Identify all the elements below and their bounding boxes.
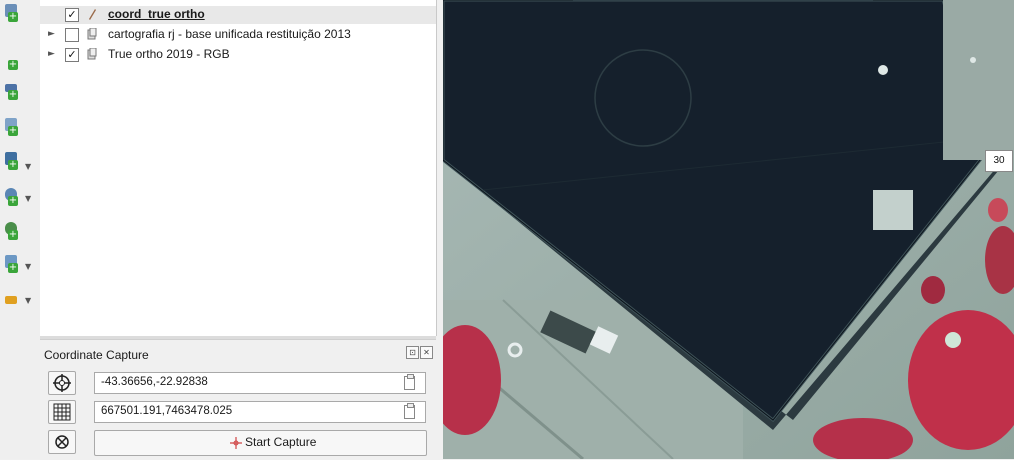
raster-layer-icon (87, 48, 97, 60)
layer-row[interactable]: ✓ coord_true ortho (40, 6, 436, 24)
add-raster-layer-icon[interactable]: + (4, 52, 20, 70)
track-mouse-button[interactable] (48, 430, 76, 454)
new-layer-icon[interactable] (4, 288, 20, 306)
copy-icon[interactable] (404, 403, 415, 419)
add-delimited-text-layer-icon[interactable]: + (4, 118, 20, 136)
projected-crs-button[interactable] (48, 400, 76, 424)
add-mesh-layer-icon[interactable]: + (4, 82, 20, 100)
add-postgis-layer-icon[interactable]: + (4, 188, 20, 206)
geographic-coordinate-field[interactable]: -43.36656,-22.92838 (94, 372, 426, 394)
mouse-tracking-icon (55, 435, 69, 449)
layer-visibility-checkbox[interactable] (65, 28, 79, 42)
start-capture-button[interactable]: Start Capture (94, 430, 427, 456)
layer-name: coord_true ortho (108, 7, 205, 21)
panel-title: Coordinate Capture (44, 348, 149, 362)
expand-arrow-icon[interactable]: ► (48, 49, 55, 59)
layer-row[interactable]: ► cartografia rj - base unificada restit… (40, 26, 436, 44)
chevron-down-icon[interactable]: ▼ (25, 296, 31, 305)
aerial-imagery (443, 0, 1014, 459)
capture-crosshair-icon (230, 437, 242, 449)
crs-selector-button[interactable] (48, 371, 76, 395)
projected-coordinate-field[interactable]: 667501.191,7463478.025 (94, 401, 426, 423)
copy-icon[interactable] (404, 374, 415, 390)
layers-panel: ✓ coord_true ortho ► cartografia rj - ba… (40, 0, 437, 336)
crosshair-target-icon (53, 374, 71, 392)
add-wfs-layer-icon[interactable]: + (4, 255, 20, 273)
map-canvas[interactable] (443, 0, 1014, 459)
add-wms-layer-icon[interactable]: + (4, 222, 20, 240)
layer-toolbar: + + + + + ▼ + ▼ + + ▼ ▼ (0, 0, 41, 459)
vector-layer-icon (89, 9, 96, 20)
layer-row[interactable]: ► ✓ True ortho 2019 - RGB (40, 46, 436, 64)
chevron-down-icon[interactable]: ▼ (25, 162, 31, 171)
add-spatialite-layer-icon[interactable]: + (4, 152, 20, 170)
grid-icon (53, 403, 71, 421)
layer-name: True ortho 2019 - RGB (108, 47, 230, 61)
map-point-label: 30 (985, 150, 1013, 172)
chevron-down-icon[interactable]: ▼ (25, 262, 31, 271)
layer-visibility-checkbox[interactable]: ✓ (65, 48, 79, 62)
coordinate-capture-panel: Coordinate Capture ⊡ ✕ -43.36656,-22.928… (40, 339, 436, 460)
expand-arrow-icon[interactable]: ► (48, 29, 55, 39)
group-layer-icon (87, 28, 97, 40)
add-vector-layer-icon[interactable]: + (4, 4, 20, 22)
layer-name: cartografia rj - base unificada restitui… (108, 27, 351, 41)
chevron-down-icon[interactable]: ▼ (25, 194, 31, 203)
close-icon[interactable]: ✕ (420, 346, 433, 359)
float-panel-icon[interactable]: ⊡ (406, 346, 419, 359)
layer-visibility-checkbox[interactable]: ✓ (65, 8, 79, 22)
